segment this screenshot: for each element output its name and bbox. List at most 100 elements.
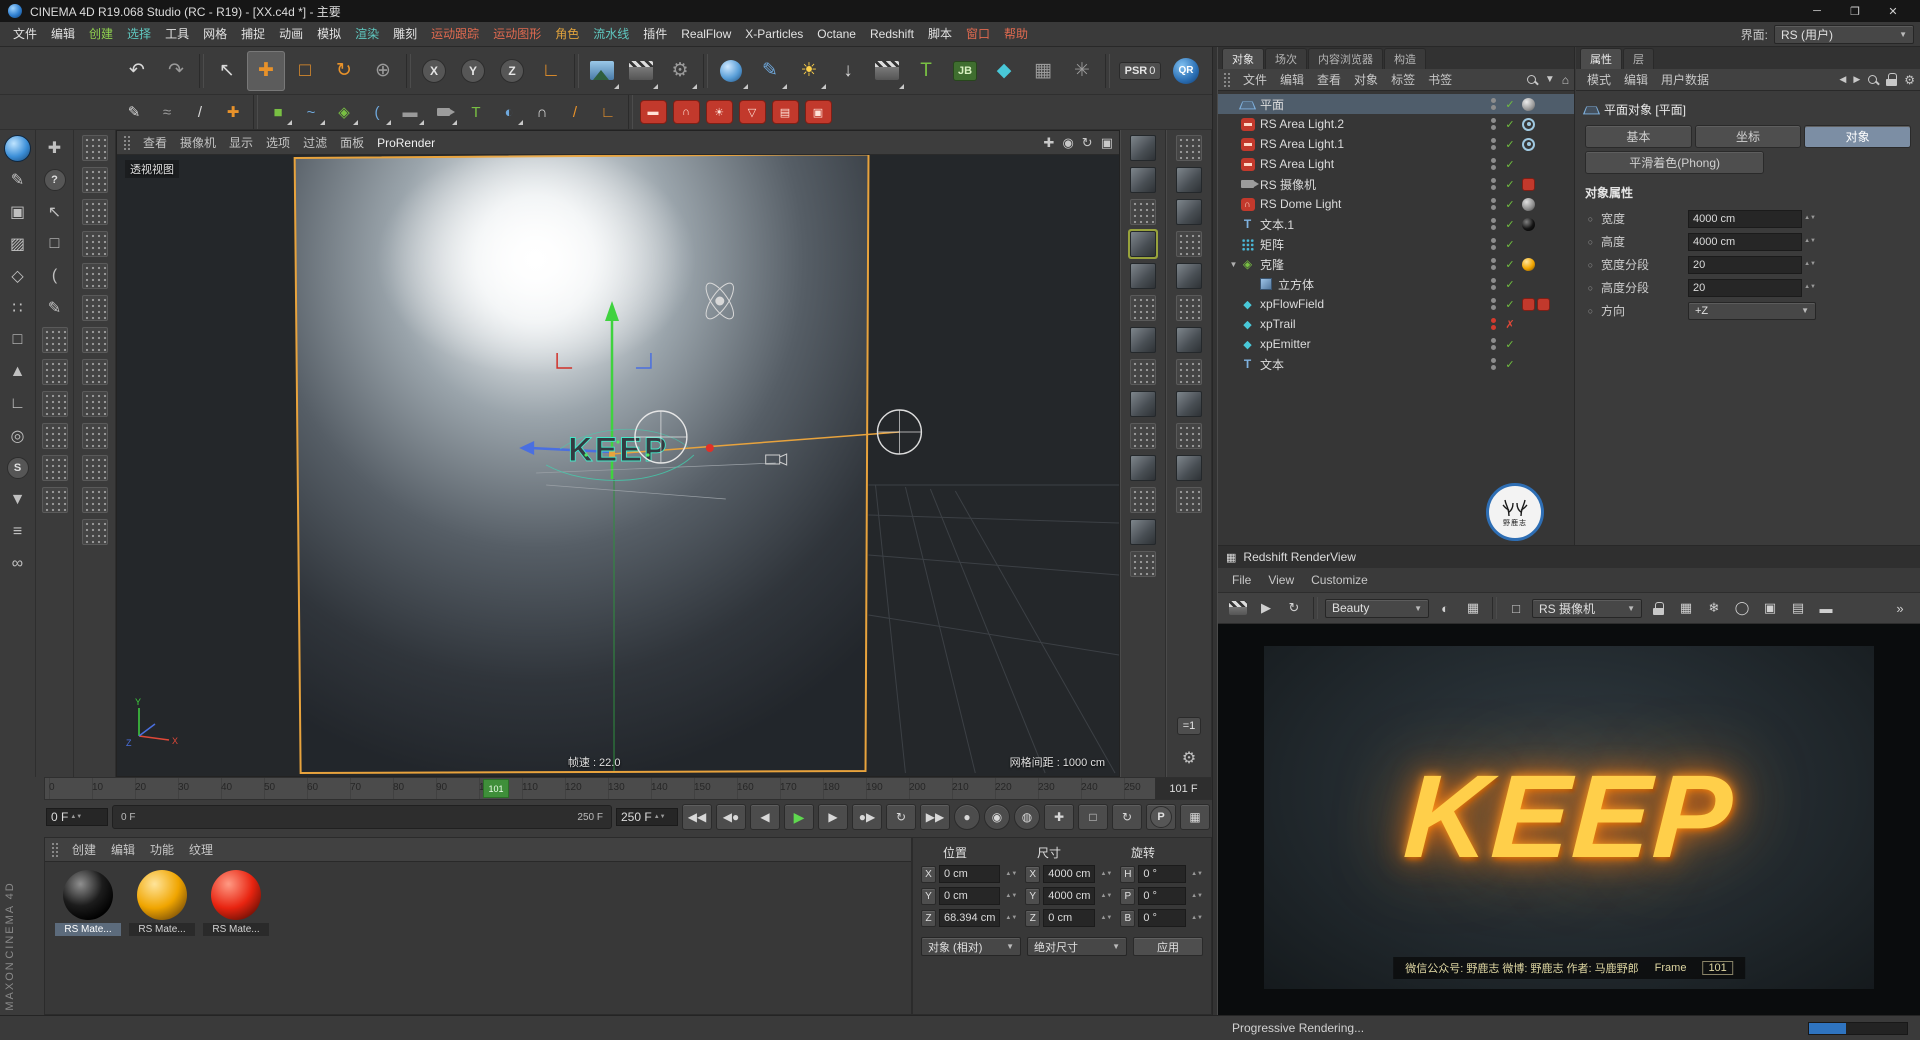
toggle-views-icon[interactable]: ▣ xyxy=(1101,135,1113,151)
last-used-tool[interactable]: ⊕ xyxy=(364,51,402,91)
viewport-menu-camera[interactable]: 摄像机 xyxy=(174,134,222,151)
palette-icon[interactable] xyxy=(40,453,70,483)
previous-key-button[interactable]: ◀● xyxy=(716,804,746,830)
rs-dome-light-button[interactable]: ∩ xyxy=(670,98,702,127)
tool-icon[interactable] xyxy=(1128,549,1158,579)
tool-icon[interactable] xyxy=(1128,485,1158,515)
attr-menu-edit[interactable]: 编辑 xyxy=(1618,71,1654,88)
rs-object-tag-icon[interactable] xyxy=(1522,297,1535,311)
menu-file[interactable]: 文件 xyxy=(6,22,44,47)
visibility-dots[interactable] xyxy=(1491,278,1496,290)
material-sphere-red[interactable] xyxy=(211,870,261,920)
material-item[interactable]: RS Mate... xyxy=(203,870,269,936)
layers-button[interactable]: ≡ xyxy=(3,517,33,547)
search-icon[interactable] xyxy=(1526,74,1538,86)
menu-create[interactable]: 创建 xyxy=(82,22,120,47)
tool-icon[interactable] xyxy=(1128,517,1158,547)
pan-view-icon[interactable]: ✚ xyxy=(1044,135,1055,151)
menu-render[interactable]: 渲染 xyxy=(348,22,386,47)
knife-tool-button[interactable]: / xyxy=(184,98,216,127)
object-properties-header[interactable]: 对象属性 xyxy=(1585,184,1911,201)
menu-mograph[interactable]: 运动图形 xyxy=(486,22,548,47)
palette-icon[interactable] xyxy=(80,293,110,323)
visibility-dots[interactable] xyxy=(1491,258,1496,270)
viewport-menu-display[interactable]: 显示 xyxy=(223,134,259,151)
pointer-button[interactable]: ↖ xyxy=(40,197,70,227)
tool-icon[interactable] xyxy=(1128,197,1158,227)
height-segments-field[interactable]: 20 ▲▼ xyxy=(1688,278,1816,297)
polygon-pen-button[interactable]: ✎ xyxy=(118,98,150,127)
tool-icon[interactable] xyxy=(1174,133,1204,163)
visibility-dots[interactable] xyxy=(1491,318,1496,330)
move-plus-button[interactable]: ✚ xyxy=(40,133,70,163)
undo-button[interactable]: ↶ xyxy=(118,51,156,91)
array-button[interactable]: ▦ xyxy=(1024,51,1062,91)
tool-icon[interactable] xyxy=(1174,485,1204,515)
light-button[interactable]: ☀ xyxy=(790,51,828,91)
enable-check-icon[interactable]: ✓ xyxy=(1503,338,1517,351)
lock-x-axis-button[interactable]: X xyxy=(415,51,453,91)
extrude-tool-button[interactable]: ✚ xyxy=(217,98,249,127)
render-settings-button[interactable]: ⚙ xyxy=(661,51,699,91)
xparticles-button[interactable]: ◆ xyxy=(985,51,1023,91)
single-view-button[interactable]: =1 xyxy=(1174,711,1204,741)
menu-snap[interactable]: 捕捉 xyxy=(234,22,272,47)
enable-check-icon[interactable]: ✓ xyxy=(1503,158,1517,171)
tool-icon[interactable] xyxy=(1128,293,1158,323)
enable-check-icon[interactable]: ✓ xyxy=(1503,118,1517,131)
light-gizmo-circle[interactable] xyxy=(634,410,688,464)
panel-grip-icon[interactable] xyxy=(123,135,132,150)
current-frame-field[interactable]: 101 F xyxy=(1155,778,1211,799)
move-tool[interactable]: ✚ xyxy=(247,50,285,91)
enable-check-icon[interactable]: ✓ xyxy=(1503,138,1517,151)
snapshot-icon[interactable]: ❄ xyxy=(1702,597,1726,619)
zoom-view-icon[interactable]: ◉ xyxy=(1062,135,1073,151)
om-menu-tags[interactable]: 标签 xyxy=(1385,71,1421,88)
polygons-mode-button[interactable]: ▲ xyxy=(3,357,33,387)
panel-grip-icon[interactable] xyxy=(51,842,60,857)
lock-icon[interactable] xyxy=(1886,73,1898,86)
menu-animate[interactable]: 动画 xyxy=(272,22,310,47)
enable-check-icon[interactable]: ✓ xyxy=(1503,238,1517,251)
apply-button[interactable]: 应用 xyxy=(1133,937,1203,956)
nav-forward-icon[interactable]: ▶ xyxy=(1853,74,1860,85)
tool-icon[interactable] xyxy=(1174,357,1204,387)
material-menu-create[interactable]: 创建 xyxy=(65,841,103,858)
size-mode-dropdown[interactable]: 绝对尺寸 ▼ xyxy=(1027,937,1127,956)
goto-end-button[interactable]: ▶▶ xyxy=(920,804,950,830)
menu-redshift[interactable]: Redshift xyxy=(863,22,921,47)
menu-character[interactable]: 角色 xyxy=(548,22,586,47)
rs-camera-tag-icon[interactable] xyxy=(1522,177,1535,191)
record-parameter-toggle[interactable]: P xyxy=(1146,804,1176,830)
brush-button[interactable]: / xyxy=(559,98,591,127)
enable-check-icon[interactable]: ✓ xyxy=(1503,278,1517,291)
help-button[interactable]: ? xyxy=(40,165,70,195)
crop-icon[interactable]: □ xyxy=(1504,597,1528,619)
tool-icon[interactable] xyxy=(1174,421,1204,451)
phong-tag-icon[interactable] xyxy=(1522,97,1535,111)
palette-icon[interactable] xyxy=(80,229,110,259)
attr-menu-userdata[interactable]: 用户数据 xyxy=(1655,71,1715,88)
filter-icon[interactable]: ▼ xyxy=(1545,74,1555,85)
viewport-solo-button[interactable]: ◎ xyxy=(3,421,33,451)
object-row-plane[interactable]: 平面 ✓ xyxy=(1218,94,1574,114)
gear-icon[interactable]: ⚙ xyxy=(1904,73,1915,87)
compare-ab-icon[interactable]: ▣ xyxy=(1758,597,1782,619)
axis-center-button[interactable]: ∟ xyxy=(592,98,624,127)
coordinate-system-button[interactable]: ∟ xyxy=(532,51,570,91)
anim-dot-icon[interactable]: ○ xyxy=(1585,283,1596,293)
attr-tab-object[interactable]: 对象 xyxy=(1804,125,1912,148)
perspective-viewport[interactable]: 查看 摄像机 显示 选项 过滤 面板 ProRender ✚ ◉ ↻ ▣ KEE… xyxy=(116,130,1120,777)
palette-icon[interactable] xyxy=(80,165,110,195)
palette-icon[interactable] xyxy=(80,261,110,291)
make-editable-button[interactable]: ✎ xyxy=(3,165,33,195)
rs-ies-light-button[interactable]: ▽ xyxy=(736,98,768,127)
tool-icon[interactable] xyxy=(1174,229,1204,259)
object-row-cube[interactable]: 立方体 ✓ xyxy=(1218,274,1574,294)
menu-window[interactable]: 窗口 xyxy=(959,22,997,47)
size-y-field[interactable]: 4000 cm xyxy=(1043,887,1096,905)
anim-dot-icon[interactable]: ○ xyxy=(1585,306,1596,316)
search-icon[interactable] xyxy=(1867,74,1879,86)
material-menu-texture[interactable]: 纹理 xyxy=(182,841,220,858)
palette-icon[interactable] xyxy=(80,133,110,163)
